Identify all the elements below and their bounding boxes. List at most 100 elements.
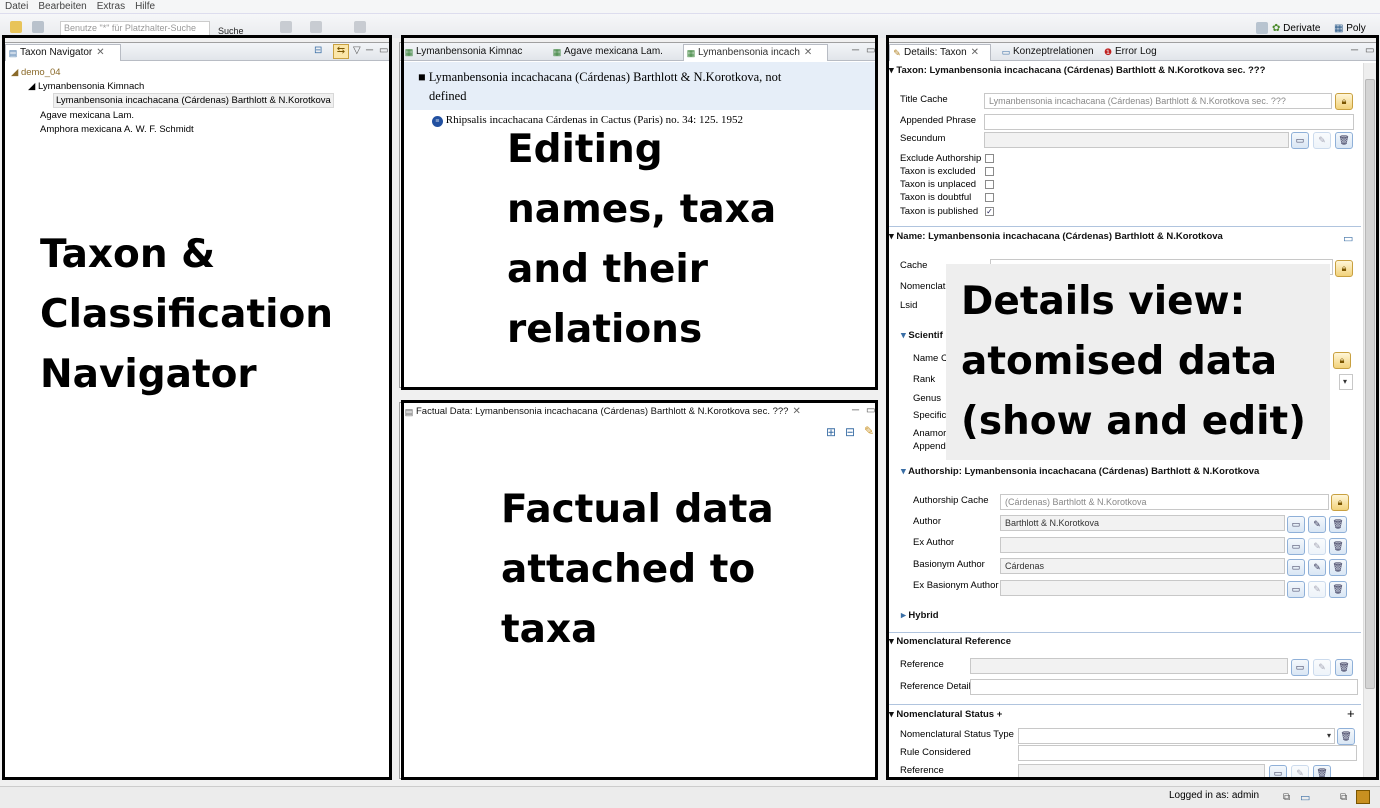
hybrid-section-header[interactable]: ▸ Hybrid: [901, 610, 939, 621]
reference-detail-field[interactable]: [970, 679, 1358, 695]
collapse-all-icon[interactable]: ⊟: [314, 45, 322, 56]
tree-node-genus[interactable]: ◢ Lymanbensonia Kimnach: [28, 81, 144, 92]
back-icon[interactable]: [280, 21, 292, 33]
close-icon[interactable]: ✕: [804, 47, 812, 58]
author-field[interactable]: Barthlott & N.Korotkova: [1000, 515, 1285, 531]
minimize-icon[interactable]: ─: [1351, 45, 1358, 56]
add-feature-icon[interactable]: ✎: [864, 424, 874, 438]
browse-folder-icon[interactable]: ▭: [1287, 559, 1305, 576]
progress-icon[interactable]: [1356, 790, 1370, 804]
tab-error-log[interactable]: ❶ Error Log: [1101, 44, 1171, 61]
secundum-field[interactable]: [984, 132, 1289, 148]
tree-node-species-selected[interactable]: Lymanbensonia incachacana (Cárdenas) Bar…: [53, 93, 334, 108]
menu-hilfe[interactable]: Hilfe: [130, 0, 160, 13]
taxon-published-checkbox[interactable]: ✓: [985, 207, 994, 216]
maximize-icon[interactable]: ▭: [379, 45, 388, 56]
authorship-section-header[interactable]: ▾ Authorship: Lymanbensonia incachacana …: [901, 466, 1259, 477]
taxon-doubtful-checkbox[interactable]: [985, 193, 994, 202]
browse-folder-icon[interactable]: ▭: [1287, 516, 1305, 533]
reference-field[interactable]: [970, 658, 1288, 674]
view-menu-icon[interactable]: ▽: [353, 45, 361, 56]
close-icon[interactable]: ✕: [971, 47, 979, 58]
delete-icon[interactable]: 🗑︎: [1329, 559, 1347, 576]
edit-icon[interactable]: ✎: [1308, 581, 1326, 598]
add-status-icon[interactable]: +: [1347, 706, 1355, 721]
status-reference-field[interactable]: [1018, 764, 1265, 778]
browse-folder-icon[interactable]: ▭: [1287, 538, 1305, 555]
pin-icon[interactable]: [354, 21, 366, 33]
close-icon[interactable]: ✕: [792, 406, 800, 417]
browse-folder-icon[interactable]: ▭: [1287, 581, 1305, 598]
menu-bearbeiten[interactable]: Bearbeiten: [33, 0, 91, 13]
taxon-section-header[interactable]: ▾ Taxon: Lymanbensonia incachacana (Cárd…: [889, 65, 1265, 76]
tab-details-taxon[interactable]: ✎ Details: Taxon ✕: [889, 44, 991, 61]
edit-icon[interactable]: ✎: [1291, 765, 1309, 778]
delete-icon[interactable]: 🗑︎: [1329, 581, 1347, 598]
exclude-authorship-checkbox[interactable]: [985, 154, 994, 163]
derivate-perspective-link[interactable]: ✿ Derivate: [1272, 23, 1320, 34]
collapse-all-icon[interactable]: ⊟: [845, 425, 855, 439]
expand-all-icon[interactable]: ⊞: [826, 425, 836, 439]
delete-icon[interactable]: 🗑︎: [1337, 728, 1355, 745]
maximize-icon[interactable]: ▭: [866, 45, 875, 56]
lock-icon[interactable]: 🔒︎: [1335, 260, 1353, 277]
tab-taxon-navigator[interactable]: ▤ Taxon Navigator ✕: [5, 44, 121, 61]
rank-dropdown-arrow[interactable]: ▾: [1339, 374, 1353, 390]
tab-editor-agave[interactable]: ▦ Agave mexicana Lam.: [550, 44, 675, 61]
delete-icon[interactable]: 🗑︎: [1335, 132, 1353, 149]
tab-editor-genus[interactable]: ▦ Lymanbensonia Kimnac: [402, 44, 542, 61]
menu-extras[interactable]: Extras: [92, 0, 130, 13]
basionym-author-field[interactable]: Cárdenas: [1000, 558, 1285, 574]
edit-icon[interactable]: ✎: [1308, 559, 1326, 576]
name-section-header[interactable]: ▾ Name: Lymanbensonia incachacana (Cárde…: [889, 231, 1223, 242]
browse-folder-icon[interactable]: ▭: [1291, 659, 1309, 676]
close-icon[interactable]: ✕: [96, 47, 104, 58]
menu-datei[interactable]: Datei: [0, 0, 33, 13]
tab-editor-species[interactable]: ▦ Lymanbensonia incach ✕: [683, 44, 828, 61]
delete-icon[interactable]: 🗑︎: [1313, 765, 1331, 778]
delete-icon[interactable]: 🗑︎: [1329, 516, 1347, 533]
tree-node-agave[interactable]: Agave mexicana Lam.: [40, 110, 134, 121]
forward-icon[interactable]: [310, 21, 322, 33]
minimize-icon[interactable]: ─: [852, 45, 859, 56]
maximize-icon[interactable]: ▭: [866, 405, 875, 416]
nom-ref-section-header[interactable]: ▾ Nomenclatural Reference: [889, 636, 1011, 647]
poly-perspective-link[interactable]: ▦ Poly: [1334, 23, 1374, 34]
minimize-icon[interactable]: ─: [852, 405, 859, 416]
tab-konzeptrelationen[interactable]: ▭ Konzeptrelationen: [999, 44, 1099, 61]
authorship-cache-field[interactable]: (Cárdenas) Barthlott & N.Korotkova: [1000, 494, 1329, 510]
link-editor-icon[interactable]: ⇆: [333, 44, 349, 59]
nom-status-section-header[interactable]: ▾ Nomenclatural Status +: [889, 709, 1002, 720]
nom-status-type-dropdown[interactable]: ▾: [1018, 728, 1335, 744]
delete-icon[interactable]: 🗑︎: [1329, 538, 1347, 555]
delete-icon[interactable]: 🗑︎: [1335, 659, 1353, 676]
taxon-excluded-checkbox[interactable]: [985, 167, 994, 176]
edit-icon[interactable]: ✎: [1313, 132, 1331, 149]
lock-icon[interactable]: 🔒︎: [1335, 93, 1353, 110]
rule-considered-field[interactable]: [1018, 745, 1357, 761]
lock-icon[interactable]: 🔒︎: [1331, 494, 1349, 511]
edit-icon[interactable]: ✎: [1308, 516, 1326, 533]
maximize-icon[interactable]: ▭: [1365, 45, 1374, 56]
restore-icon[interactable]: ⧉: [1340, 792, 1347, 803]
title-cache-field[interactable]: Lymanbensonia incachacana (Cárdenas) Bar…: [984, 93, 1332, 109]
ex-author-field[interactable]: [1000, 537, 1285, 553]
save-icon[interactable]: [32, 21, 44, 33]
browse-folder-icon[interactable]: ▭: [1269, 765, 1287, 778]
restore-icon[interactable]: ⧉: [1283, 792, 1290, 803]
taxon-unplaced-checkbox[interactable]: [985, 180, 994, 189]
perspective-icon[interactable]: [1256, 22, 1268, 34]
tree-node-amphora[interactable]: Amphora mexicana A. W. F. Schmidt: [40, 124, 194, 135]
ex-basionym-author-field[interactable]: [1000, 580, 1285, 596]
search-button[interactable]: Suche: [218, 26, 244, 36]
edit-icon[interactable]: ✎: [1308, 538, 1326, 555]
window-icon[interactable]: ▭: [1300, 791, 1310, 804]
edit-icon[interactable]: ✎: [1313, 659, 1331, 676]
search-input[interactable]: Benutze "*" für Platzhalter-Suche: [60, 21, 210, 36]
appended-phrase-field[interactable]: [984, 114, 1354, 130]
minimize-icon[interactable]: ─: [366, 45, 373, 56]
accepted-name-text[interactable]: ■ Lymanbensonia incachacana (Cárdenas) B…: [418, 68, 868, 106]
scientific-name-subsection[interactable]: ▾ Scientif: [901, 330, 943, 341]
tree-node-demo[interactable]: ◢ demo_04: [11, 67, 61, 78]
open-name-icon[interactable]: ▭: [1343, 232, 1353, 245]
